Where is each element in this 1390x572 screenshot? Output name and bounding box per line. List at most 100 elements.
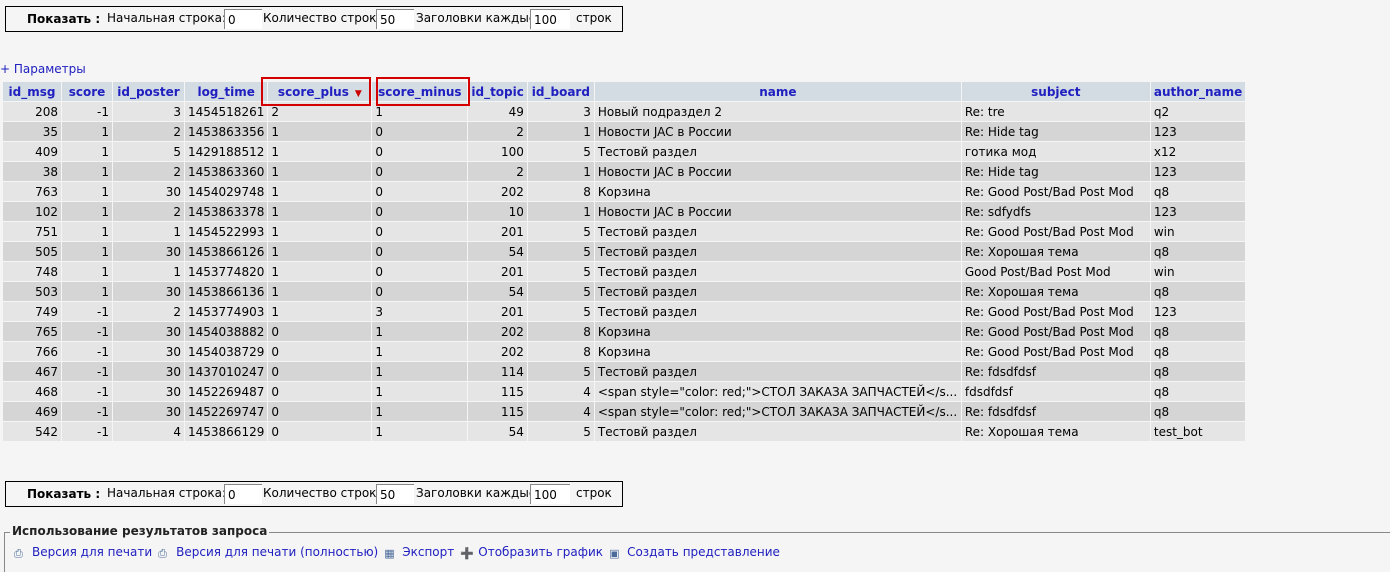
cell-id-msg: 751	[3, 222, 61, 241]
cell-score: -1	[62, 402, 112, 421]
cell-id-topic: 100	[468, 142, 527, 161]
cell-name: Новости JAC в России	[594, 122, 961, 141]
column-header-id-poster[interactable]: id_poster	[113, 82, 184, 101]
cell-id-poster: 1	[113, 262, 184, 281]
cell-id-poster: 1	[113, 222, 184, 241]
usage-link-1[interactable]: Версия для печати (полностью)	[176, 545, 378, 559]
table-row[interactable]: 409 1 5 1429188512 1 0 100 5 Тестовй раздел готик…	[3, 142, 1246, 161]
cell-score: 1	[62, 182, 112, 201]
cell-score: -1	[62, 342, 112, 361]
cell-score: 1	[62, 122, 112, 141]
table-row[interactable]: 102 1 2 1453863378 1 0 10 1 Новости JAC в России…	[3, 202, 1246, 221]
cell-name: Новости JAC в России	[594, 202, 961, 221]
cell-author-name: test_bot	[1150, 422, 1246, 441]
cell-score-minus: 0	[372, 182, 468, 201]
column-header-log-time[interactable]: log_time	[185, 82, 268, 101]
cell-id-board: 5	[527, 222, 594, 241]
cell-id-poster: 4	[113, 422, 184, 441]
cell-id-poster: 30	[113, 342, 184, 361]
cell-id-board: 5	[527, 282, 594, 301]
navigation-bar-bottom: Показать : Начальная строка: Количество …	[5, 481, 623, 507]
cell-id-poster: 5	[113, 142, 184, 161]
usage-link-2[interactable]: Экспорт	[402, 545, 454, 559]
table-body: 208 -1 3 1454518261 2 1 49 3 Новый подраздел 2 Re…	[3, 102, 1246, 441]
view-icon: ▣	[609, 547, 620, 560]
highlight-score-minus	[376, 77, 470, 106]
cell-score-plus: 0	[268, 362, 372, 381]
query-usage-links: ⎙ Версия для печати ⎙ Версия для печати (по…	[14, 545, 786, 560]
cell-subject: Re: Hide tag	[961, 162, 1150, 181]
cell-id-msg: 765	[3, 322, 61, 341]
cell-score-plus: 0	[268, 422, 372, 441]
cell-score-minus: 0	[372, 202, 468, 221]
table-row[interactable]: 542 -1 4 1453866129 0 1 54 5 Тестовй раздел Re: Х…	[3, 422, 1246, 441]
cell-subject: fdsdfdsf	[961, 382, 1150, 401]
cell-score-minus: 1	[372, 362, 468, 381]
cell-id-board: 1	[527, 162, 594, 181]
cell-score: -1	[62, 382, 112, 401]
table-row[interactable]: 505 1 30 1453866126 1 0 54 5 Тестовй раздел Re: Х…	[3, 242, 1246, 261]
cell-id-msg: 208	[3, 102, 61, 121]
start-row-input[interactable]	[224, 484, 262, 504]
table-row[interactable]: 748 1 1 1453774820 1 0 201 5 Тестовй раздел Good …	[3, 262, 1246, 281]
table-row[interactable]: 765 -1 30 1454038882 0 1 202 8 Корзина Re: Good P…	[3, 322, 1246, 341]
row-count-input[interactable]	[376, 9, 414, 29]
table-row[interactable]: 35 1 2 1453863356 1 0 2 1 Новости JAC в России Re…	[3, 122, 1246, 141]
table-row[interactable]: 749 -1 2 1453774903 1 3 201 5 Тестовй раздел Re: …	[3, 302, 1246, 321]
show-button[interactable]: Показать :	[27, 12, 100, 26]
cell-subject: Re: Good Post/Bad Post Mod	[961, 302, 1150, 321]
cell-author-name: q8	[1150, 362, 1246, 381]
parameters-link[interactable]: + Параметры	[0, 62, 86, 76]
show-button[interactable]: Показать :	[27, 487, 100, 501]
usage-link-4[interactable]: Создать представление	[627, 545, 780, 559]
cell-score-minus: 0	[372, 142, 468, 161]
cell-subject: Re: fdsdfdsf	[961, 362, 1150, 381]
cell-name: Тестовй раздел	[594, 262, 961, 281]
table-row[interactable]: 766 -1 30 1454038729 0 1 202 8 Корзина Re: Good P…	[3, 342, 1246, 361]
cell-score-minus: 0	[372, 122, 468, 141]
cell-score-minus: 1	[372, 422, 468, 441]
table-row[interactable]: 468 -1 30 1452269487 0 1 115 4 <span style="colo…	[3, 382, 1246, 401]
cell-score: 1	[62, 282, 112, 301]
table-row[interactable]: 467 -1 30 1437010247 0 1 114 5 Тестовй раздел Re:…	[3, 362, 1246, 381]
cell-id-board: 8	[527, 342, 594, 361]
column-header-id-board[interactable]: id_board	[527, 82, 594, 101]
cell-id-msg: 766	[3, 342, 61, 361]
cell-log-time: 1454522993	[185, 222, 268, 241]
cell-id-poster: 3	[113, 102, 184, 121]
cell-author-name: q8	[1150, 182, 1246, 201]
table-row[interactable]: 763 1 30 1454029748 1 0 202 8 Корзина Re: Good Po…	[3, 182, 1246, 201]
table-row[interactable]: 751 1 1 1454522993 1 0 201 5 Тестовй раздел Re: G…	[3, 222, 1246, 241]
column-header-label: id_msg	[8, 84, 56, 99]
cell-log-time: 1453863378	[185, 202, 268, 221]
column-header-score[interactable]: score	[62, 82, 112, 101]
cell-score-minus: 0	[372, 282, 468, 301]
cell-id-topic: 54	[468, 242, 527, 261]
row-count-input[interactable]	[376, 484, 414, 504]
cell-score: 1	[62, 262, 112, 281]
usage-link-0[interactable]: Версия для печати	[32, 545, 152, 559]
cell-id-board: 3	[527, 102, 594, 121]
column-header-id-msg[interactable]: id_msg	[3, 82, 61, 101]
navigation-bar-top: Показать : Начальная строка: Количество …	[5, 6, 623, 32]
column-header-name[interactable]: name	[594, 82, 961, 101]
cell-score: -1	[62, 422, 112, 441]
headers-every-input[interactable]	[530, 9, 570, 29]
column-header-id-topic[interactable]: id_topic	[468, 82, 527, 101]
cell-score-plus: 0	[268, 342, 372, 361]
start-row-input[interactable]	[224, 9, 262, 29]
cell-id-topic: 49	[468, 102, 527, 121]
table-row[interactable]: 208 -1 3 1454518261 2 1 49 3 Новый подраздел 2 Re…	[3, 102, 1246, 121]
headers-every-input[interactable]	[530, 484, 570, 504]
cell-id-msg: 469	[3, 402, 61, 421]
usage-link-3[interactable]: Отобразить график	[478, 545, 603, 559]
cell-author-name: 123	[1150, 302, 1246, 321]
column-header-author-name[interactable]: author_name	[1150, 82, 1246, 101]
column-header-subject[interactable]: subject	[961, 82, 1150, 101]
table-row[interactable]: 38 1 2 1453863360 1 0 2 1 Новости JAC в России Re…	[3, 162, 1246, 181]
headers-every-suffix: строк	[576, 486, 612, 500]
cell-id-topic: 201	[468, 262, 527, 281]
table-row[interactable]: 469 -1 30 1452269747 0 1 115 4 <span style="colo…	[3, 402, 1246, 421]
table-row[interactable]: 503 1 30 1453866136 1 0 54 5 Тестовй раздел Re: Х…	[3, 282, 1246, 301]
cell-id-topic: 10	[468, 202, 527, 221]
